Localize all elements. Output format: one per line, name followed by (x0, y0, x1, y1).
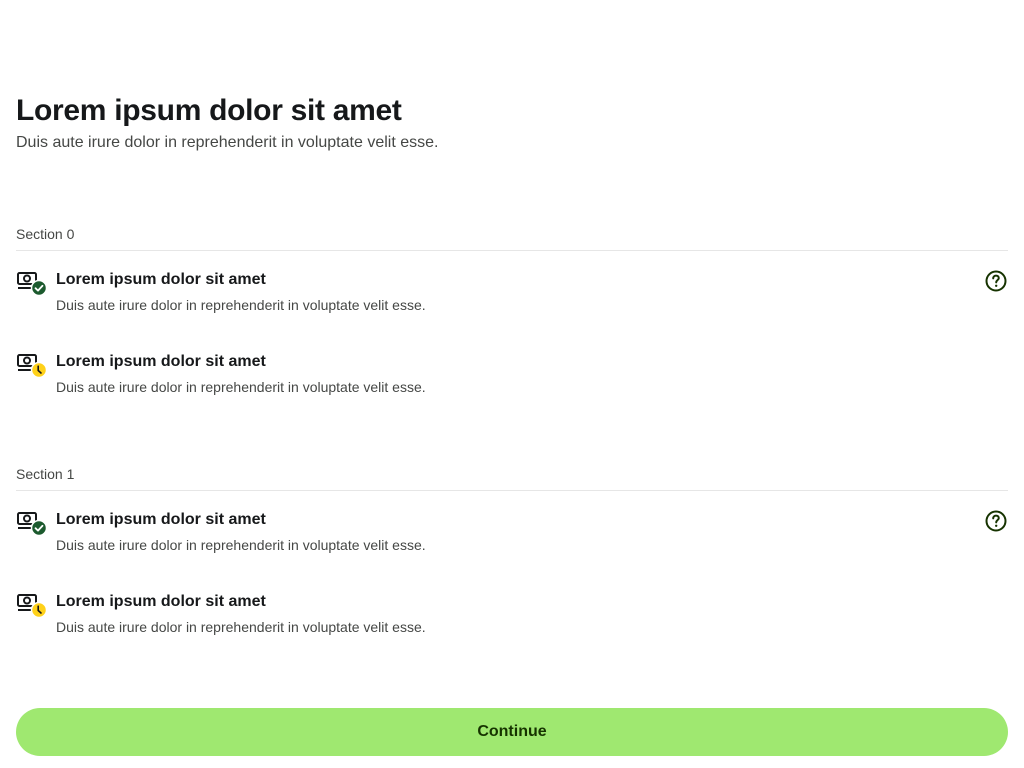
item-text: Lorem ipsum dolor sit amet Duis aute iru… (56, 509, 426, 554)
help-button[interactable] (984, 509, 1008, 533)
item-text: Lorem ipsum dolor sit amet Duis aute iru… (56, 269, 426, 314)
header: Lorem ipsum dolor sit amet Duis aute iru… (16, 93, 1008, 154)
section-1: Section 1 Lorem ipsum dolor sit amet Dui… (16, 465, 1008, 673)
list-item: Lorem ipsum dolor sit amet Duis aute iru… (16, 591, 1008, 673)
section-items: Lorem ipsum dolor sit amet Duis aute iru… (16, 491, 1008, 673)
cash-check-icon (16, 511, 48, 539)
item-description: Duis aute irure dolor in reprehenderit i… (56, 619, 426, 635)
section-heading: Section 1 (16, 465, 1008, 491)
item-text: Lorem ipsum dolor sit amet Duis aute iru… (56, 591, 426, 636)
item-text: Lorem ipsum dolor sit amet Duis aute iru… (56, 351, 426, 396)
cash-pending-icon (16, 593, 48, 621)
item-title: Lorem ipsum dolor sit amet (56, 353, 266, 370)
item-description: Duis aute irure dolor in reprehenderit i… (56, 297, 426, 313)
help-button[interactable] (984, 269, 1008, 293)
continue-button[interactable]: Continue (16, 708, 1008, 756)
list-item: Lorem ipsum dolor sit amet Duis aute iru… (16, 509, 1008, 591)
item-title: Lorem ipsum dolor sit amet (56, 511, 266, 528)
section-heading: Section 0 (16, 225, 1008, 251)
item-description: Duis aute irure dolor in reprehenderit i… (56, 379, 426, 395)
cash-check-icon (16, 271, 48, 299)
list-item: Lorem ipsum dolor sit amet Duis aute iru… (16, 269, 1008, 351)
question-circle-icon (984, 270, 1008, 296)
section-items: Lorem ipsum dolor sit amet Duis aute iru… (16, 251, 1008, 433)
page-title: Lorem ipsum dolor sit amet (16, 94, 402, 127)
item-description: Duis aute irure dolor in reprehenderit i… (56, 537, 426, 553)
item-title: Lorem ipsum dolor sit amet (56, 271, 266, 288)
item-title: Lorem ipsum dolor sit amet (56, 593, 266, 610)
page: Lorem ipsum dolor sit amet Duis aute iru… (0, 0, 1024, 768)
section-0: Section 0 Lorem ipsum dolor sit amet Dui… (16, 225, 1008, 433)
page-subtitle: Duis aute irure dolor in reprehenderit i… (16, 134, 439, 151)
list-item: Lorem ipsum dolor sit amet Duis aute iru… (16, 351, 1008, 433)
cash-pending-icon (16, 353, 48, 381)
question-circle-icon (984, 510, 1008, 536)
